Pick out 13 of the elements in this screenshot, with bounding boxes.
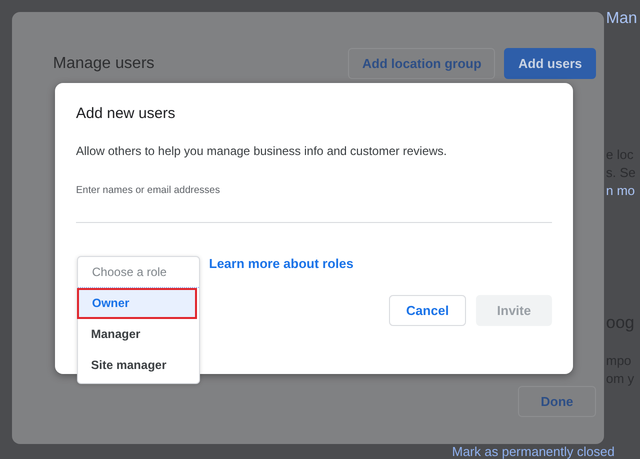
menu-item[interactable]: Owner [77,288,197,319]
link[interactable]: Learn more about roles [209,256,354,270]
link[interactable]: n mo [606,182,640,200]
dialog-title: Manage users [53,54,154,72]
menu-item[interactable]: Manager [78,319,199,350]
link[interactable]: Mark as permanently closed [452,444,615,459]
cancel-button[interactable]: Cancel [389,295,466,326]
description-text: Allow others to help you manage business info and customer reviews. [76,144,448,158]
add-users-button[interactable]: Add users [504,48,596,79]
link[interactable]: Man [606,10,640,28]
dialog-title: Add new users [76,105,176,122]
menu-item[interactable]: Site manager [78,350,199,381]
input-field[interactable]: Enter names or email addresses [76,185,552,223]
